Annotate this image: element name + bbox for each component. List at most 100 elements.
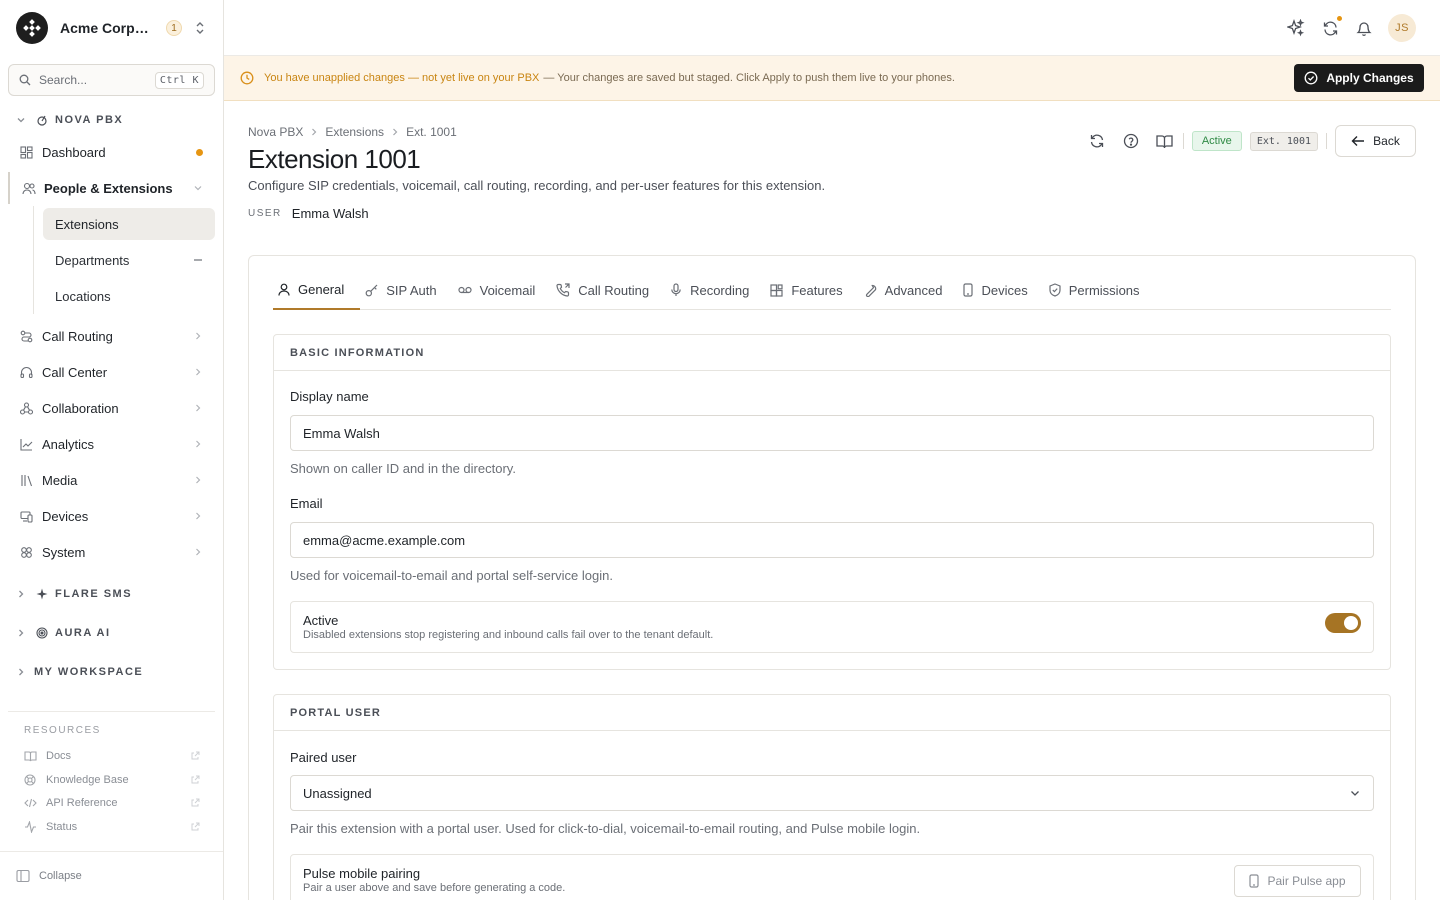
sync-pending-dot [1336, 15, 1343, 22]
resource-docs[interactable]: Docs [24, 746, 200, 766]
sidebar-item-analytics[interactable]: Analytics [8, 428, 215, 460]
routing-icon [20, 330, 34, 343]
back-button[interactable]: Back [1335, 125, 1416, 157]
tab-devices[interactable]: Devices [958, 270, 1043, 310]
tab-label: Advanced [884, 282, 943, 298]
pulse-title: Pulse mobile pairing [303, 866, 421, 881]
sidebar-subitem-locations[interactable]: Locations [43, 280, 215, 312]
active-title: Active [303, 613, 339, 628]
portal-user-section: PORTAL USER Paired user Unassigned Pair … [273, 694, 1391, 900]
sidebar-item-label: People & Extensions [44, 180, 173, 196]
smartphone-icon [963, 283, 974, 297]
sync-icon[interactable] [1320, 15, 1343, 38]
blocks-icon [770, 283, 783, 297]
display-name-help: Shown on caller ID and in the directory. [290, 461, 516, 476]
tab-advanced[interactable]: Advanced [859, 270, 959, 310]
tab-recording[interactable]: Recording [665, 270, 765, 310]
breadcrumb-nova-pbx[interactable]: Nova PBX [248, 125, 303, 139]
tab-label: Recording [690, 282, 750, 298]
apply-changes-button[interactable]: Apply Changes [1294, 64, 1424, 92]
sidebar-item-media[interactable]: Media [8, 464, 215, 496]
org-switcher[interactable]: Acme Corporation 1 [16, 12, 216, 44]
active-switch[interactable] [1325, 613, 1361, 633]
resource-knowledge-base[interactable]: Knowledge Base [24, 770, 200, 790]
pair-pulse-button[interactable]: Pair Pulse app [1234, 865, 1361, 897]
clock-icon [240, 71, 254, 85]
headset-icon [20, 366, 34, 379]
page-description: Configure SIP credentials, voicemail, ca… [248, 178, 826, 193]
chevrons-up-down-icon[interactable] [194, 21, 206, 35]
sidebar-item-collaboration[interactable]: Collaboration [8, 392, 215, 424]
sidebar-item-devices[interactable]: Devices [8, 500, 215, 532]
breadcrumb-extensions[interactable]: Extensions [325, 125, 384, 139]
section-nova-pbx[interactable]: NOVA PBX [16, 114, 123, 126]
search-input[interactable]: Search... [39, 73, 155, 87]
tab-voicemail[interactable]: Voicemail [453, 270, 552, 310]
back-label: Back [1373, 134, 1400, 148]
tab-label: Call Routing [578, 282, 650, 298]
paired-user-label: Paired user [290, 750, 357, 765]
sidebar-item-label: Media [42, 472, 78, 488]
activity-icon [24, 821, 38, 833]
section-aura-ai[interactable]: AURA AI [16, 627, 111, 639]
sidebar-subitem-departments[interactable]: Departments [43, 244, 215, 276]
sidebar-subitem-label: Locations [55, 288, 111, 304]
chevron-right-icon [16, 667, 28, 677]
sidebar-item-dashboard[interactable]: Dashboard [8, 136, 215, 168]
email-field[interactable]: emma@acme.example.com [290, 522, 1374, 558]
submenu-guide-line [33, 206, 34, 314]
lifebuoy-icon [24, 774, 38, 786]
refresh-icon[interactable] [1087, 133, 1107, 149]
display-name-input[interactable]: Emma Walsh [290, 415, 1374, 451]
target-icon [36, 627, 48, 639]
sidebar: Acme Corporation 1 Search... Ctrl K NOVA… [0, 0, 224, 900]
section-label: AURA AI [55, 627, 111, 639]
help-icon[interactable] [1121, 133, 1141, 149]
chevron-right-icon [16, 589, 28, 599]
resource-api-reference[interactable]: API Reference [24, 793, 200, 813]
sidebar-item-system[interactable]: System [8, 536, 215, 568]
sidebar-item-label: System [42, 544, 86, 560]
resource-status[interactable]: Status [24, 817, 200, 837]
divider [1326, 133, 1327, 149]
extension-settings-card: General SIP Auth Voicemail Call Routing … [248, 255, 1416, 900]
search-shortcut: Ctrl K [154, 71, 204, 89]
apply-changes-label: Apply Changes [1326, 71, 1414, 85]
users-icon [22, 182, 36, 195]
sidebar-item-people-extensions[interactable]: People & Extensions [8, 172, 215, 204]
tab-call-routing[interactable]: Call Routing [551, 270, 665, 310]
book-open-icon[interactable] [1155, 134, 1175, 149]
bell-icon[interactable] [1354, 18, 1374, 38]
banner-text: — Your changes are saved but staged. Cli… [543, 72, 955, 84]
user-label: USER [248, 208, 282, 219]
sidebar-item-call-routing[interactable]: Call Routing [8, 320, 215, 352]
code-icon [24, 798, 38, 808]
sidebar-subitem-extensions[interactable]: Extensions [43, 208, 215, 240]
basic-information-section: BASIC INFORMATION Display name Emma Wals… [273, 334, 1391, 670]
sparkle-icon [36, 588, 48, 600]
collaboration-icon [20, 401, 34, 415]
sidebar-item-label: Dashboard [42, 144, 106, 160]
section-my-workspace[interactable]: MY WORKSPACE [16, 666, 143, 678]
collapse-sidebar-button[interactable]: Collapse [0, 851, 223, 900]
tab-label: SIP Auth [386, 282, 437, 298]
paired-user-select[interactable]: Unassigned [290, 775, 1374, 811]
tab-general[interactable]: General [273, 270, 361, 310]
tab-sip-auth[interactable]: SIP Auth [360, 270, 452, 310]
chevron-right-icon [310, 127, 318, 137]
tab-permissions[interactable]: Permissions [1044, 270, 1156, 310]
search-box[interactable]: Search... Ctrl K [8, 64, 215, 96]
tab-label: General [298, 281, 345, 297]
page-title: Extension 1001 [248, 144, 421, 174]
user-avatar[interactable]: JS [1388, 14, 1416, 42]
mic-icon [670, 283, 682, 297]
sidebar-item-label: Call Routing [42, 328, 113, 344]
chevron-down-icon [16, 115, 28, 125]
sidebar-item-call-center[interactable]: Call Center [8, 356, 215, 388]
tab-features[interactable]: Features [765, 270, 858, 310]
extension-badge: Ext. 1001 [1249, 131, 1318, 151]
section-flare-sms[interactable]: FLARE SMS [16, 588, 132, 600]
minus-icon [193, 255, 203, 265]
sparkles-icon[interactable] [1286, 18, 1306, 38]
pulse-pairing-row: Pulse mobile pairing Pair a user above a… [290, 854, 1374, 900]
